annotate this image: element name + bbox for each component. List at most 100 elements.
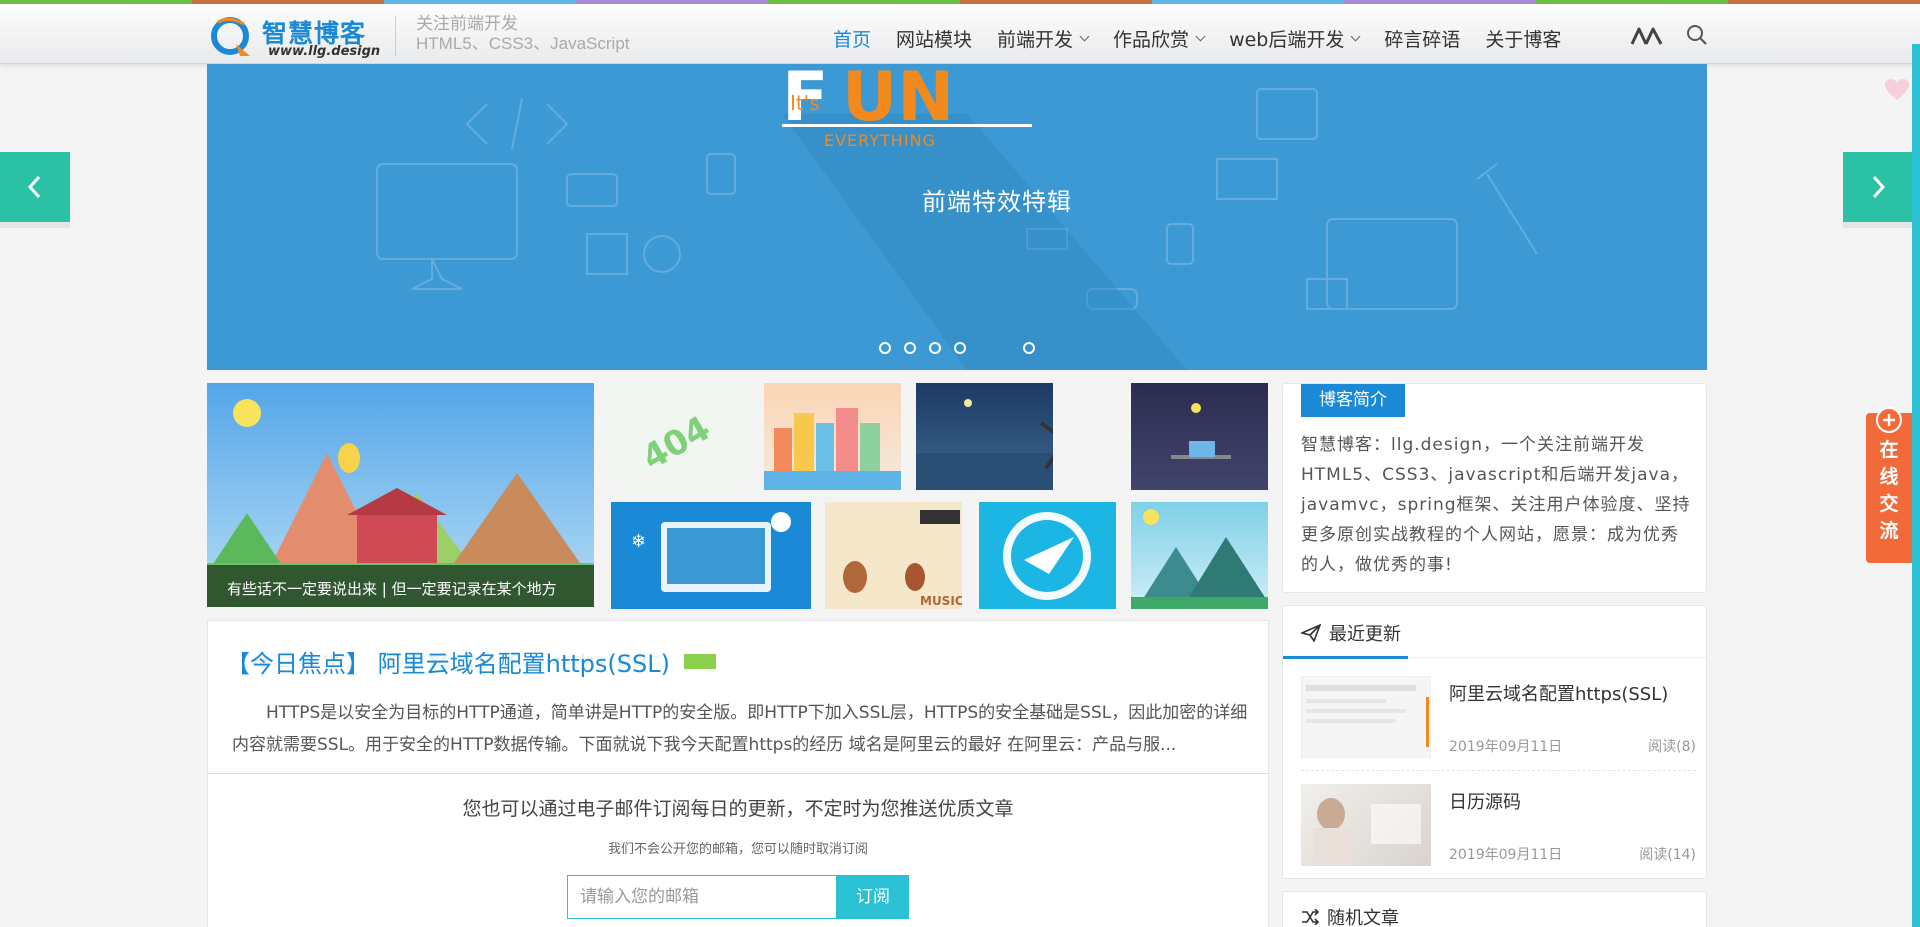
recent-updates-header: 最近更新 — [1283, 606, 1706, 659]
nav-label: 网站模块 — [896, 28, 973, 51]
nav-item-works[interactable]: 作品欣赏 — [1113, 25, 1206, 52]
random-articles-card: 随机文章 — [1282, 891, 1707, 927]
post-date: 2019年09月11日 — [1449, 739, 1563, 755]
nav-label: 前端开发 — [997, 28, 1074, 51]
chevron-down-icon — [1079, 31, 1090, 41]
chevron-left-icon — [27, 175, 41, 199]
main-nav: 首页 网站模块 前端开发 作品欣赏 web后端开发 碎言碎语 关于博客 — [833, 22, 1586, 54]
chevron-down-icon — [1195, 31, 1206, 41]
thumb-mountains[interactable] — [1131, 502, 1268, 609]
chat-label: 在线交流 — [1866, 437, 1912, 545]
logo-icon — [211, 17, 250, 56]
nav-label: 关于博客 — [1485, 28, 1562, 51]
tagline-line1: 关注前端开发 — [416, 14, 518, 33]
thumb-computer[interactable]: ❄ — [611, 502, 811, 609]
slide-dot[interactable] — [929, 342, 941, 354]
paperplane-illustration — [1003, 512, 1091, 600]
subscribe-card: 您也可以通过电子邮件订阅每日的更新，不定时为您推送优质文章 我们不会公开您的邮箱… — [207, 773, 1269, 927]
thumb-paperplane[interactable] — [979, 502, 1116, 609]
search-icon[interactable] — [1686, 24, 1708, 46]
svg-text:❄: ❄ — [631, 531, 646, 552]
post-date: 2019年09月11日 — [1449, 847, 1563, 863]
slide-dot[interactable] — [879, 342, 891, 354]
page-scrollbar[interactable] — [1912, 44, 1920, 927]
windmill-illustration — [916, 399, 1053, 490]
city-illustration — [764, 408, 901, 490]
intro-text: 智慧博客：llg.design，一个关注前端开发HTML5、CSS3、javas… — [1301, 435, 1691, 575]
recent-updates-label: 最近更新 — [1329, 624, 1401, 645]
m-logo-icon[interactable] — [1630, 26, 1664, 46]
post-divider — [1301, 770, 1696, 771]
chevron-down-icon — [1350, 31, 1361, 41]
music-illustration: MUSIC — [843, 510, 962, 608]
thumb-404[interactable]: 404 — [611, 383, 748, 490]
plus-glyph — [1883, 414, 1895, 426]
fun-logo: F It's UN EVERYTHING — [782, 64, 1032, 150]
404-illustration: 404 — [636, 408, 717, 478]
blog-intro-card: 博客简介 智慧博客：llg.design，一个关注前端开发HTML5、CSS3、… — [1282, 383, 1707, 593]
svg-text:MUSIC: MUSIC — [920, 594, 962, 608]
thumb-desk[interactable] — [1131, 383, 1268, 490]
nav-label: 碎言碎语 — [1384, 28, 1461, 51]
focus-excerpt: HTTPS是以安全为目标的HTTP通道，简单讲是HTTP的安全版。即HTTP下加… — [232, 703, 1248, 755]
fun-logo-sub: EVERYTHING — [824, 131, 936, 150]
slide-dot[interactable] — [954, 342, 966, 354]
nav-item-frontend[interactable]: 前端开发 — [997, 25, 1090, 52]
focus-title-reflection: 【今日焦点】 阿里云域名配置https(SSL) — [226, 653, 670, 672]
next-slide-button[interactable] — [1843, 152, 1913, 222]
thumb-city[interactable] — [764, 383, 901, 490]
recent-post[interactable]: 日历源码 2019年09月11日 阅读(14) — [1301, 784, 1696, 868]
post-title: 日历源码 — [1449, 792, 1521, 813]
online-chat-tab[interactable]: 在线交流 — [1866, 407, 1912, 563]
site-logo[interactable]: 智慧博客 www.llg.design — [210, 12, 380, 60]
chat-label-text: 在线交流 — [1879, 439, 1899, 542]
thumb-windmill[interactable] — [916, 383, 1053, 490]
subscribe-button[interactable]: 订阅 — [837, 875, 909, 919]
flag-icon — [683, 654, 716, 669]
intro-title: 博客简介 — [1301, 384, 1405, 417]
svg-text:404: 404 — [636, 408, 717, 478]
post-thumbnail — [1301, 676, 1431, 758]
heart-icon — [1885, 79, 1909, 100]
header-divider — [395, 16, 396, 56]
featured-caption: 有些话不一定要说出来 | 但一定要记录在某个地方 — [207, 565, 594, 607]
recent-post[interactable]: 阿里云域名配置https(SSL) 2019年09月11日 阅读(8) — [1301, 676, 1696, 760]
nav-item-notes[interactable]: 碎言碎语 — [1384, 25, 1460, 52]
mountain-illustration — [1131, 509, 1268, 609]
plus-icon — [1876, 407, 1902, 433]
tagline-line2: HTML5、CSS3、JavaScript — [416, 34, 630, 53]
hero-banner[interactable]: F It's UN EVERYTHING 前端特效特辑 — [207, 64, 1707, 370]
recent-updates-title: 最近更新 — [1301, 620, 1401, 646]
slide-dot[interactable] — [1023, 342, 1035, 354]
desk-illustration — [1171, 403, 1231, 459]
focus-title-reflection-text: 阿里云域名配置https(SSL) — [377, 653, 670, 669]
prev-slide-button[interactable] — [0, 152, 70, 222]
recent-updates-card: 最近更新 阿里云域名配置https(SSL) 2019年09月11日 阅读(8)… — [1282, 605, 1707, 879]
random-articles-title: 随机文章 — [1301, 904, 1399, 927]
portrait-thumb-illustration — [1313, 798, 1421, 866]
nav-item-backend[interactable]: web后端开发 — [1229, 25, 1361, 52]
fun-logo-small: It's — [790, 91, 820, 115]
nav-item-about[interactable]: 关于博客 — [1485, 25, 1561, 52]
post-views: 阅读(14) — [1639, 847, 1696, 863]
focus-article-card: 【今日焦点】 阿里云域名配置https(SSL) 【今日焦点】 阿里云域名配置h… — [207, 620, 1269, 775]
nav-label: web后端开发 — [1229, 28, 1345, 51]
focus-label-reflection: 【今日焦点】 — [226, 653, 370, 669]
logo-url: www.llg.design — [268, 44, 381, 59]
nav-item-home[interactable]: 首页 — [833, 25, 871, 52]
slide-dot[interactable] — [904, 342, 916, 354]
chevron-right-icon — [1872, 175, 1886, 199]
recent-updates-underline — [1283, 656, 1408, 659]
screenshot-thumb-illustration — [1306, 685, 1429, 747]
site-header: 智慧博客 www.llg.design 关注前端开发 HTML5、CSS3、Ja… — [0, 4, 1920, 64]
nav-label: 首页 — [833, 28, 872, 51]
post-thumbnail — [1301, 784, 1431, 866]
subscribe-title: 您也可以通过电子邮件订阅每日的更新，不定时为您推送优质文章 — [462, 798, 1014, 820]
subscribe-note: 我们不会公开您的邮箱，您可以随时取消订阅 — [607, 842, 868, 857]
thumb-music[interactable]: MUSIC — [825, 502, 962, 609]
email-field[interactable]: 请输入您的邮箱 — [567, 875, 837, 919]
post-title: 阿里云域名配置https(SSL) — [1449, 684, 1669, 705]
nav-item-modules[interactable]: 网站模块 — [896, 25, 972, 52]
featured-thumbnail[interactable]: 有些话不一定要说出来 | 但一定要记录在某个地方 — [207, 383, 594, 607]
shuffle-icon — [1302, 909, 1319, 925]
